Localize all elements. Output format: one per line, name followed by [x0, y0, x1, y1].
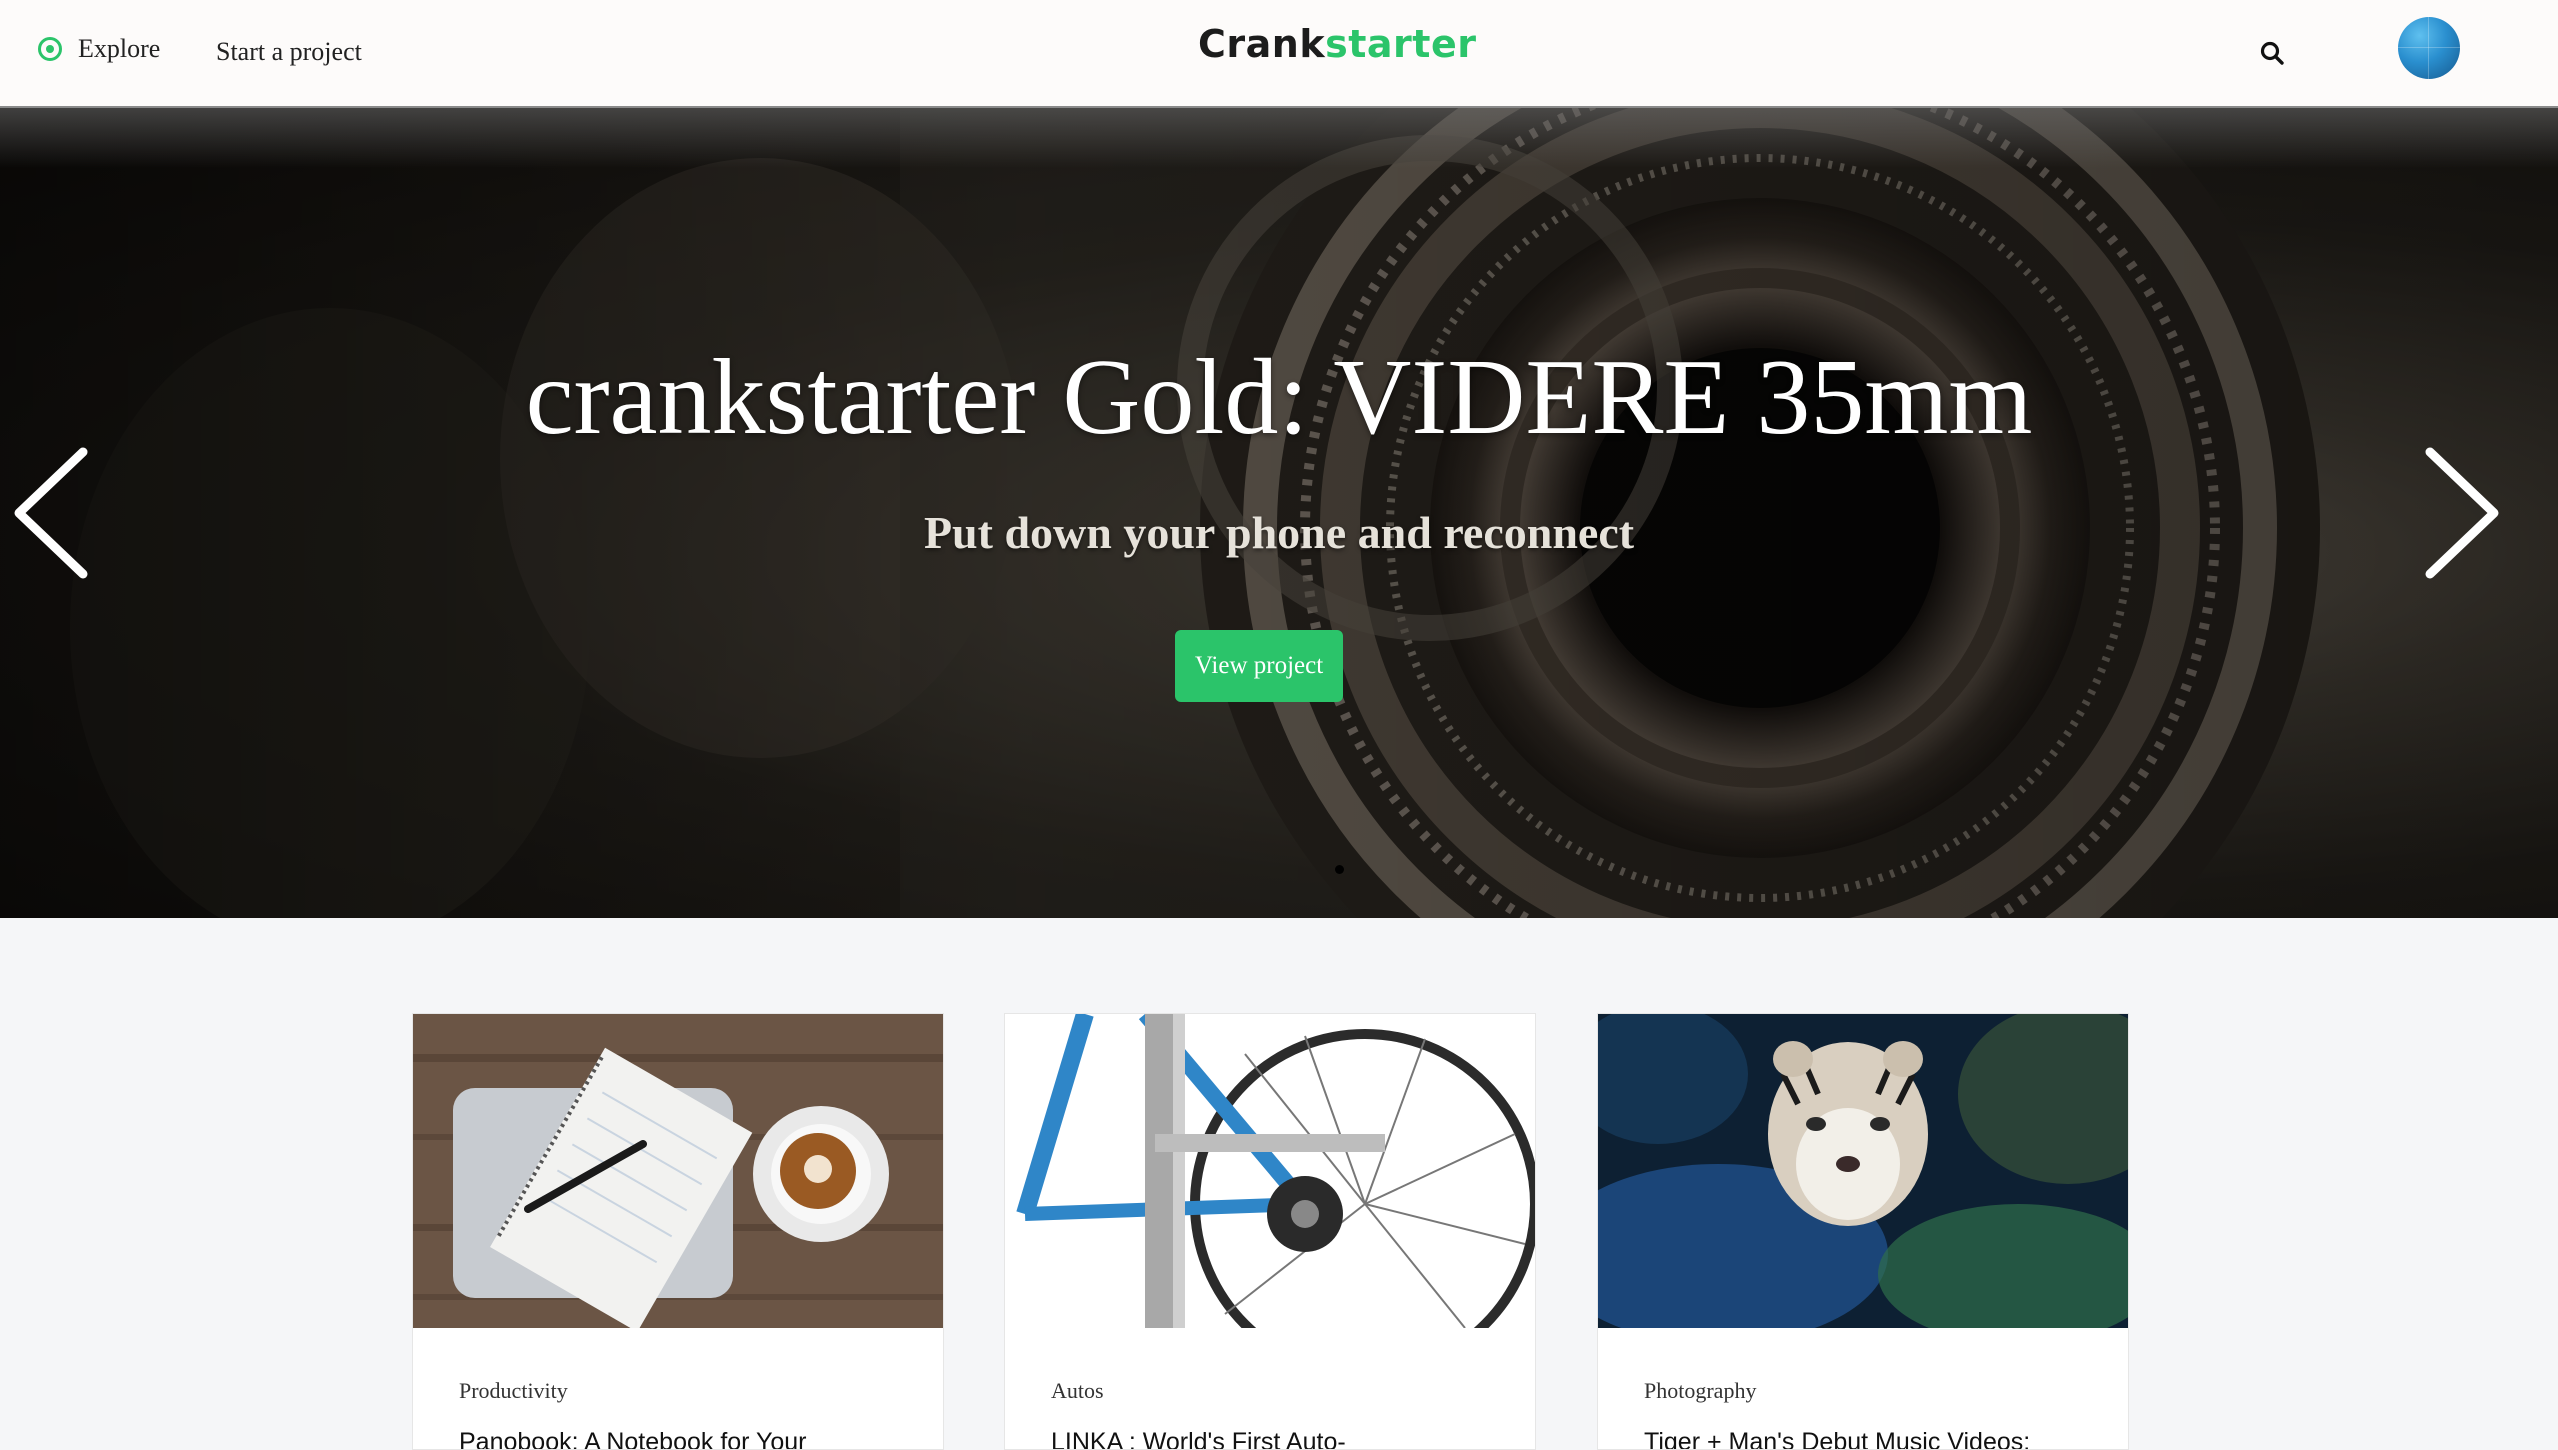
project-category: Productivity: [459, 1378, 568, 1403]
explore-link[interactable]: Explore: [38, 34, 160, 64]
view-project-button[interactable]: View project: [1175, 630, 1343, 702]
project-card[interactable]: Autos LINKA : World's First Auto-: [1004, 1013, 1536, 1450]
chevron-right-icon[interactable]: [2418, 438, 2508, 588]
project-title: Tiger + Man's Debut Music Videos:: [1644, 1428, 2031, 1450]
start-project-link[interactable]: Start a project: [216, 37, 362, 67]
project-title: LINKA : World's First Auto-: [1051, 1428, 1346, 1450]
hero-carousel: crankstarter Gold: VIDERE 35mm Put down …: [0, 108, 2558, 918]
notebook-coffee-image: [413, 1014, 943, 1332]
carousel-indicator-dot[interactable]: [1335, 865, 1344, 874]
project-title: Panobook: A Notebook for Your: [459, 1428, 807, 1450]
tiger-in-water-image: [1598, 1014, 2128, 1344]
logo-part-crank: Crank: [1198, 22, 1326, 66]
explore-label: Explore: [78, 34, 161, 63]
hero-top-shadow: [0, 108, 2558, 168]
featured-projects: Productivity Panobook: A Notebook for Yo…: [0, 1013, 2558, 1450]
hero-subtitle: Put down your phone and reconnect: [923, 507, 1635, 558]
project-card[interactable]: Photography Tiger + Man's Debut Music Vi…: [1597, 1013, 2129, 1450]
search-icon[interactable]: [2259, 40, 2285, 66]
compass-icon: [38, 37, 62, 61]
top-navbar: Explore Start a project Crankstarter: [0, 0, 2558, 108]
chevron-left-icon[interactable]: [5, 438, 95, 588]
project-category: Autos: [1051, 1378, 1104, 1403]
site-logo[interactable]: Crankstarter: [1198, 22, 1476, 66]
hero-title: crankstarter Gold: VIDERE 35mm: [525, 338, 2033, 457]
logo-part-starter: starter: [1325, 22, 1477, 66]
user-avatar[interactable]: [2398, 17, 2460, 79]
project-card[interactable]: Productivity Panobook: A Notebook for Yo…: [412, 1013, 944, 1450]
bicycle-lock-image: [1005, 1014, 1535, 1379]
project-category: Photography: [1644, 1378, 1757, 1403]
